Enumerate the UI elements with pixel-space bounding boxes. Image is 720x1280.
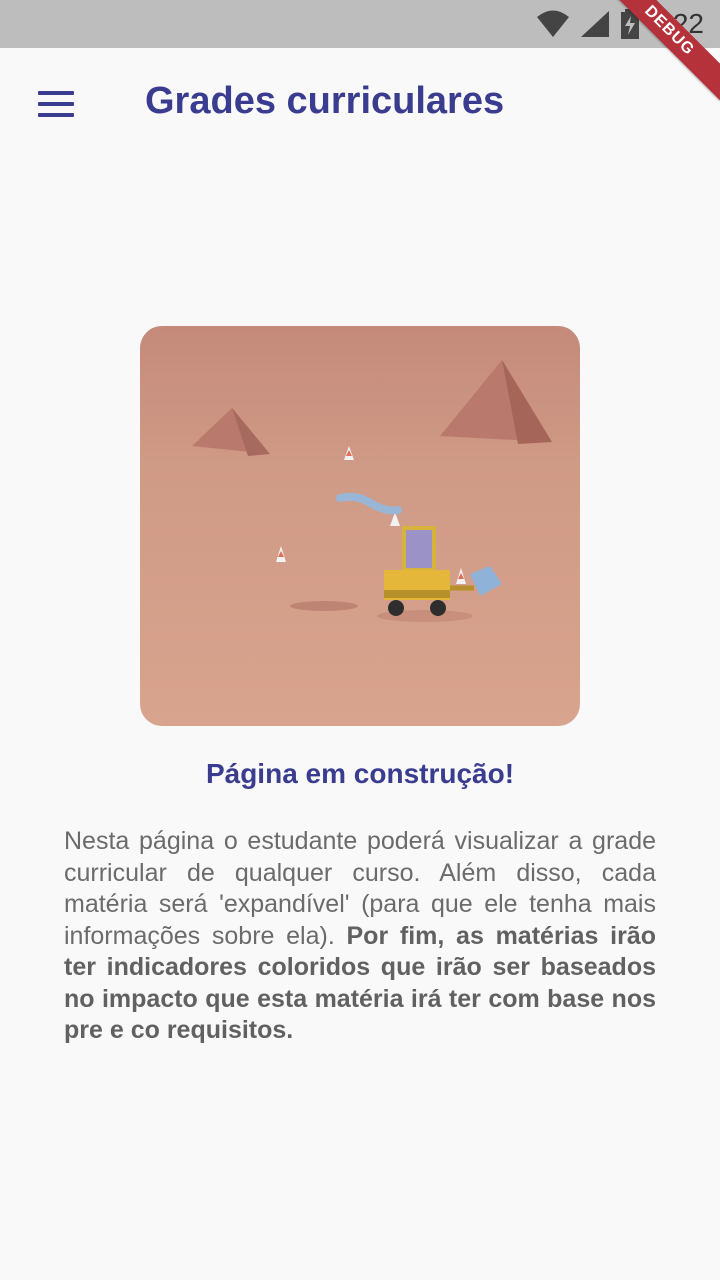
page-heading: Página em construção! [205,758,515,789]
cell-signal-icon [580,11,609,37]
wifi-icon [536,10,569,37]
app-bar: Grades curriculares [0,48,720,160]
page-title: Grades curriculares [145,80,505,122]
status-bar: 5:22 [0,0,720,48]
construction-illustration [140,326,580,726]
description-text: Nesta página o estudante poderá visualiz… [64,826,656,1047]
hamburger-menu-icon[interactable] [28,78,84,130]
